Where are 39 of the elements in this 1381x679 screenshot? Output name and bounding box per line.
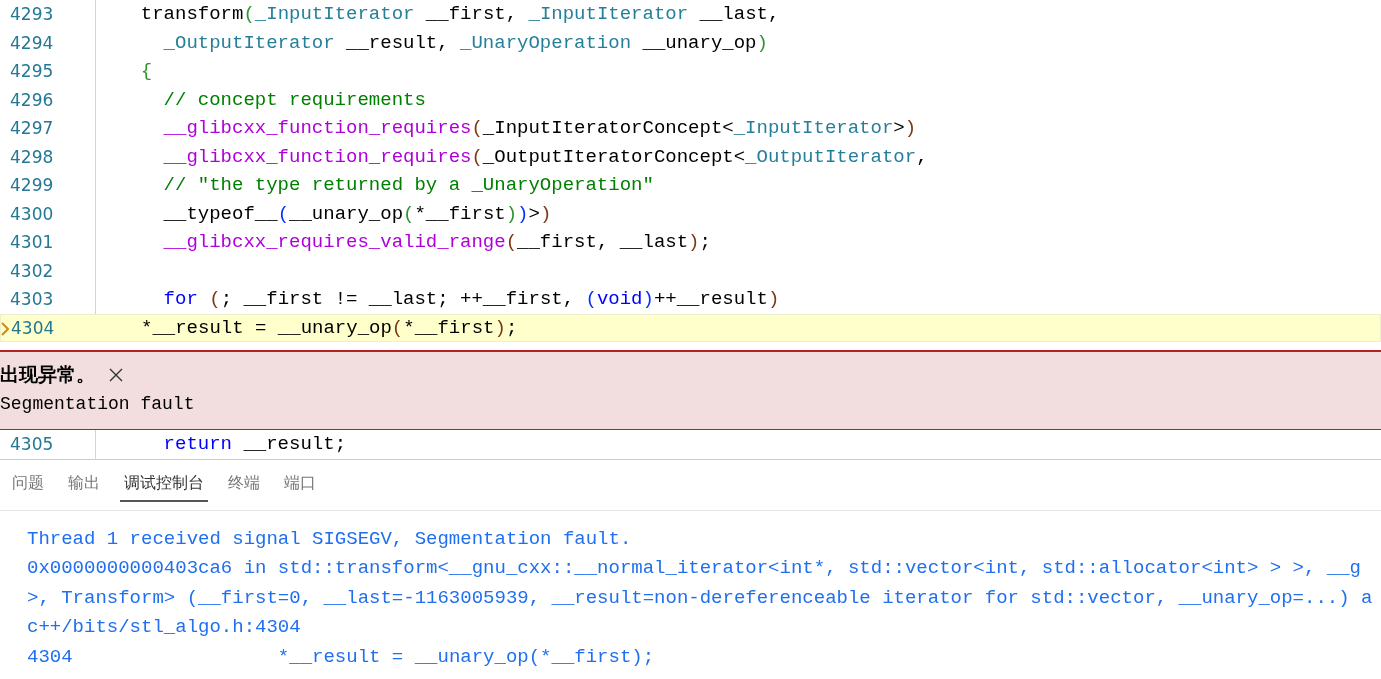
code-line: __glibcxx_requires_valid_range(__first, __last); [163,231,711,254]
code-line: __glibcxx_function_requires(_InputIteratorConcept<_InputIterator>) [163,117,917,140]
console-line: 0x0000000000403ca6 in std::transform<__gnu_cxx::__normal_iterator<int*, std::vector<int, std::allocator<int> > >, __g [27,556,1362,581]
line-number: 4297 [10,118,54,139]
line-number: 4302 [10,260,54,281]
panel-tab[interactable]: 调试控制台 [120,471,208,502]
console-line: c++/bits/stl_algo.h:4304 [27,615,301,640]
panel-tab[interactable]: 问题 [8,471,48,502]
line-number: 4304 [11,317,55,338]
code-line: *__result = __unary_op(*__first); [141,316,518,339]
line-number: 4300 [10,203,54,224]
console-line: Thread 1 received signal SIGSEGV, Segmentation fault. [27,526,632,552]
console-line: >, Transform> (__first=0, __last=-1163005939, __result=non-dereferenceable iterator for std::vector, __unary_op=...) a [27,585,1373,611]
code-line: { [140,60,153,83]
code-line: for (; __first != __last; ++__first, (void)++__result) [163,288,780,311]
line-number: 4295 [10,61,54,82]
panel-tab[interactable]: 输出 [64,471,104,502]
line-number: 4298 [10,146,54,167]
line-number: 4303 [10,289,54,310]
line-number: 4296 [10,89,54,110]
panel-tab[interactable]: 终端 [224,471,264,502]
exception-message: Segmentation fault [0,394,195,414]
code-line: __glibcxx_function_requires(_OutputIteratorConcept<_OutputIterator, [163,145,928,168]
chevron-icon [1,321,9,336]
code-line: // "the type returned by a _UnaryOperation" [163,174,654,197]
code-line: return __result; [163,433,347,456]
panel-tab[interactable]: 端口 [280,471,320,502]
exception-title: 出现异常。 [0,362,95,387]
line-number: 4299 [10,175,54,196]
code-line: // concept requirements [163,88,426,111]
line-number: 4301 [10,232,54,253]
close-icon[interactable] [109,368,123,382]
code-line: __typeof__(__unary_op(*__first))>) [163,202,552,225]
line-number: 4294 [10,32,54,53]
code-line: transform(_InputIterator __first, _InputIterator __last, [140,3,780,26]
line-number: 4293 [10,4,54,25]
console-line: 4304 *__result = __unary_op(*__first); [27,644,655,670]
code-line: _OutputIterator __result, _UnaryOperation __unary_op) [163,31,768,54]
line-number: 4305 [10,434,54,455]
